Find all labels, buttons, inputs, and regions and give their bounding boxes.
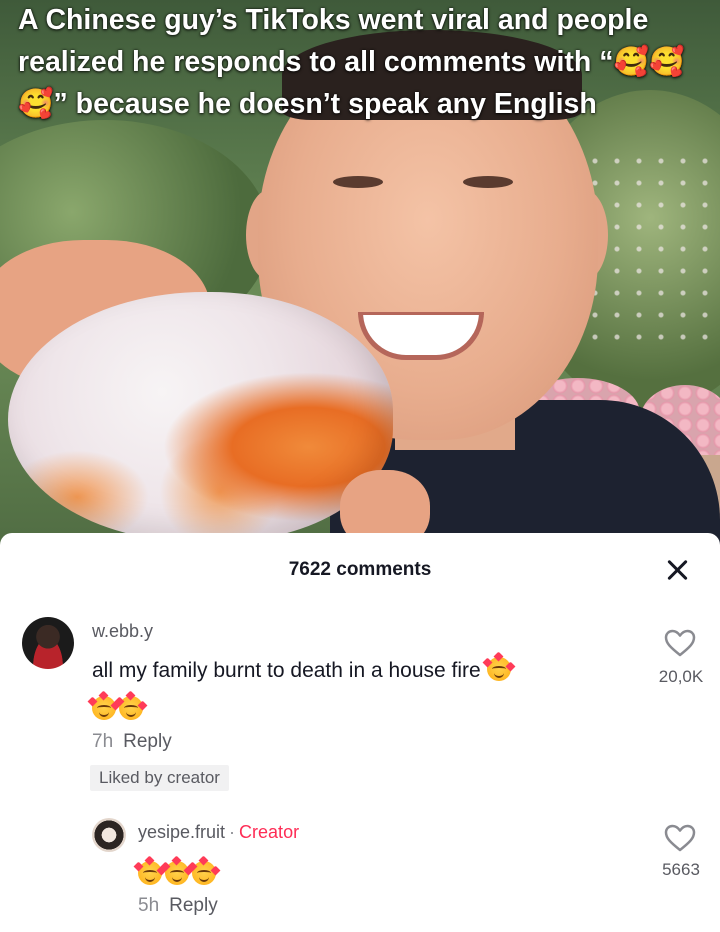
meme-caption: A Chinese guy’s TikToks went viral and p… xyxy=(18,0,702,125)
separator-dot: · xyxy=(229,822,236,842)
comment-text-content: all my family burnt to death in a house … xyxy=(92,659,481,682)
reply-button[interactable]: Reply xyxy=(169,895,218,916)
creator-tag: Creator xyxy=(239,822,300,842)
like-count: 20,0K xyxy=(658,667,704,686)
liked-by-creator-badge: Liked by creator xyxy=(90,765,229,791)
screenshot: A Chinese guy’s TikToks went viral and p… xyxy=(0,0,720,932)
reply-username-line: yesipe.fruit · Creator xyxy=(138,822,299,843)
comment-text: all my family burnt to death in a house … xyxy=(92,651,515,683)
reply-button[interactable]: Reply xyxy=(123,731,172,752)
smiling-face-with-hearts-emoji xyxy=(187,855,221,885)
smiling-face-with-hearts-emoji xyxy=(482,651,515,681)
comments-header: 7622 comments xyxy=(0,553,720,587)
smiling-face-with-hearts-emoji xyxy=(160,855,194,885)
comment-count: 7622 comments xyxy=(288,559,432,580)
caption-text-start: A Chinese guy’s TikToks went viral and p… xyxy=(18,4,657,78)
heart-icon[interactable] xyxy=(664,629,696,657)
comments-sheet: 7622 comments w.ebb.y all my family burn… xyxy=(0,533,720,932)
reply-username[interactable]: yesipe.fruit xyxy=(138,822,225,842)
comment-time: 7h xyxy=(92,731,114,752)
comment-username[interactable]: w.ebb.y xyxy=(92,621,153,642)
comment-meta: 7h Reply xyxy=(92,731,172,753)
person-eye xyxy=(463,176,513,188)
avatar[interactable] xyxy=(92,818,126,852)
heart-icon[interactable] xyxy=(664,824,696,852)
comment-emoji-row xyxy=(87,690,148,721)
smiling-face-with-hearts-emoji xyxy=(87,690,121,720)
video-frame[interactable]: A Chinese guy’s TikToks went viral and p… xyxy=(0,0,720,560)
reply-meta: 5h Reply xyxy=(138,895,218,917)
reply-time: 5h xyxy=(138,895,160,916)
held-fruit xyxy=(8,292,393,542)
like-count: 5663 xyxy=(662,860,700,879)
smiling-face-with-hearts-emoji xyxy=(133,855,167,885)
smiling-face-with-hearts-emoji xyxy=(114,690,148,720)
avatar[interactable] xyxy=(22,617,74,669)
close-icon[interactable] xyxy=(662,555,692,585)
reply-emoji-row xyxy=(133,855,221,886)
person-eye xyxy=(333,176,383,188)
caption-text-end: ” because he doesn’t speak any English xyxy=(53,88,597,120)
